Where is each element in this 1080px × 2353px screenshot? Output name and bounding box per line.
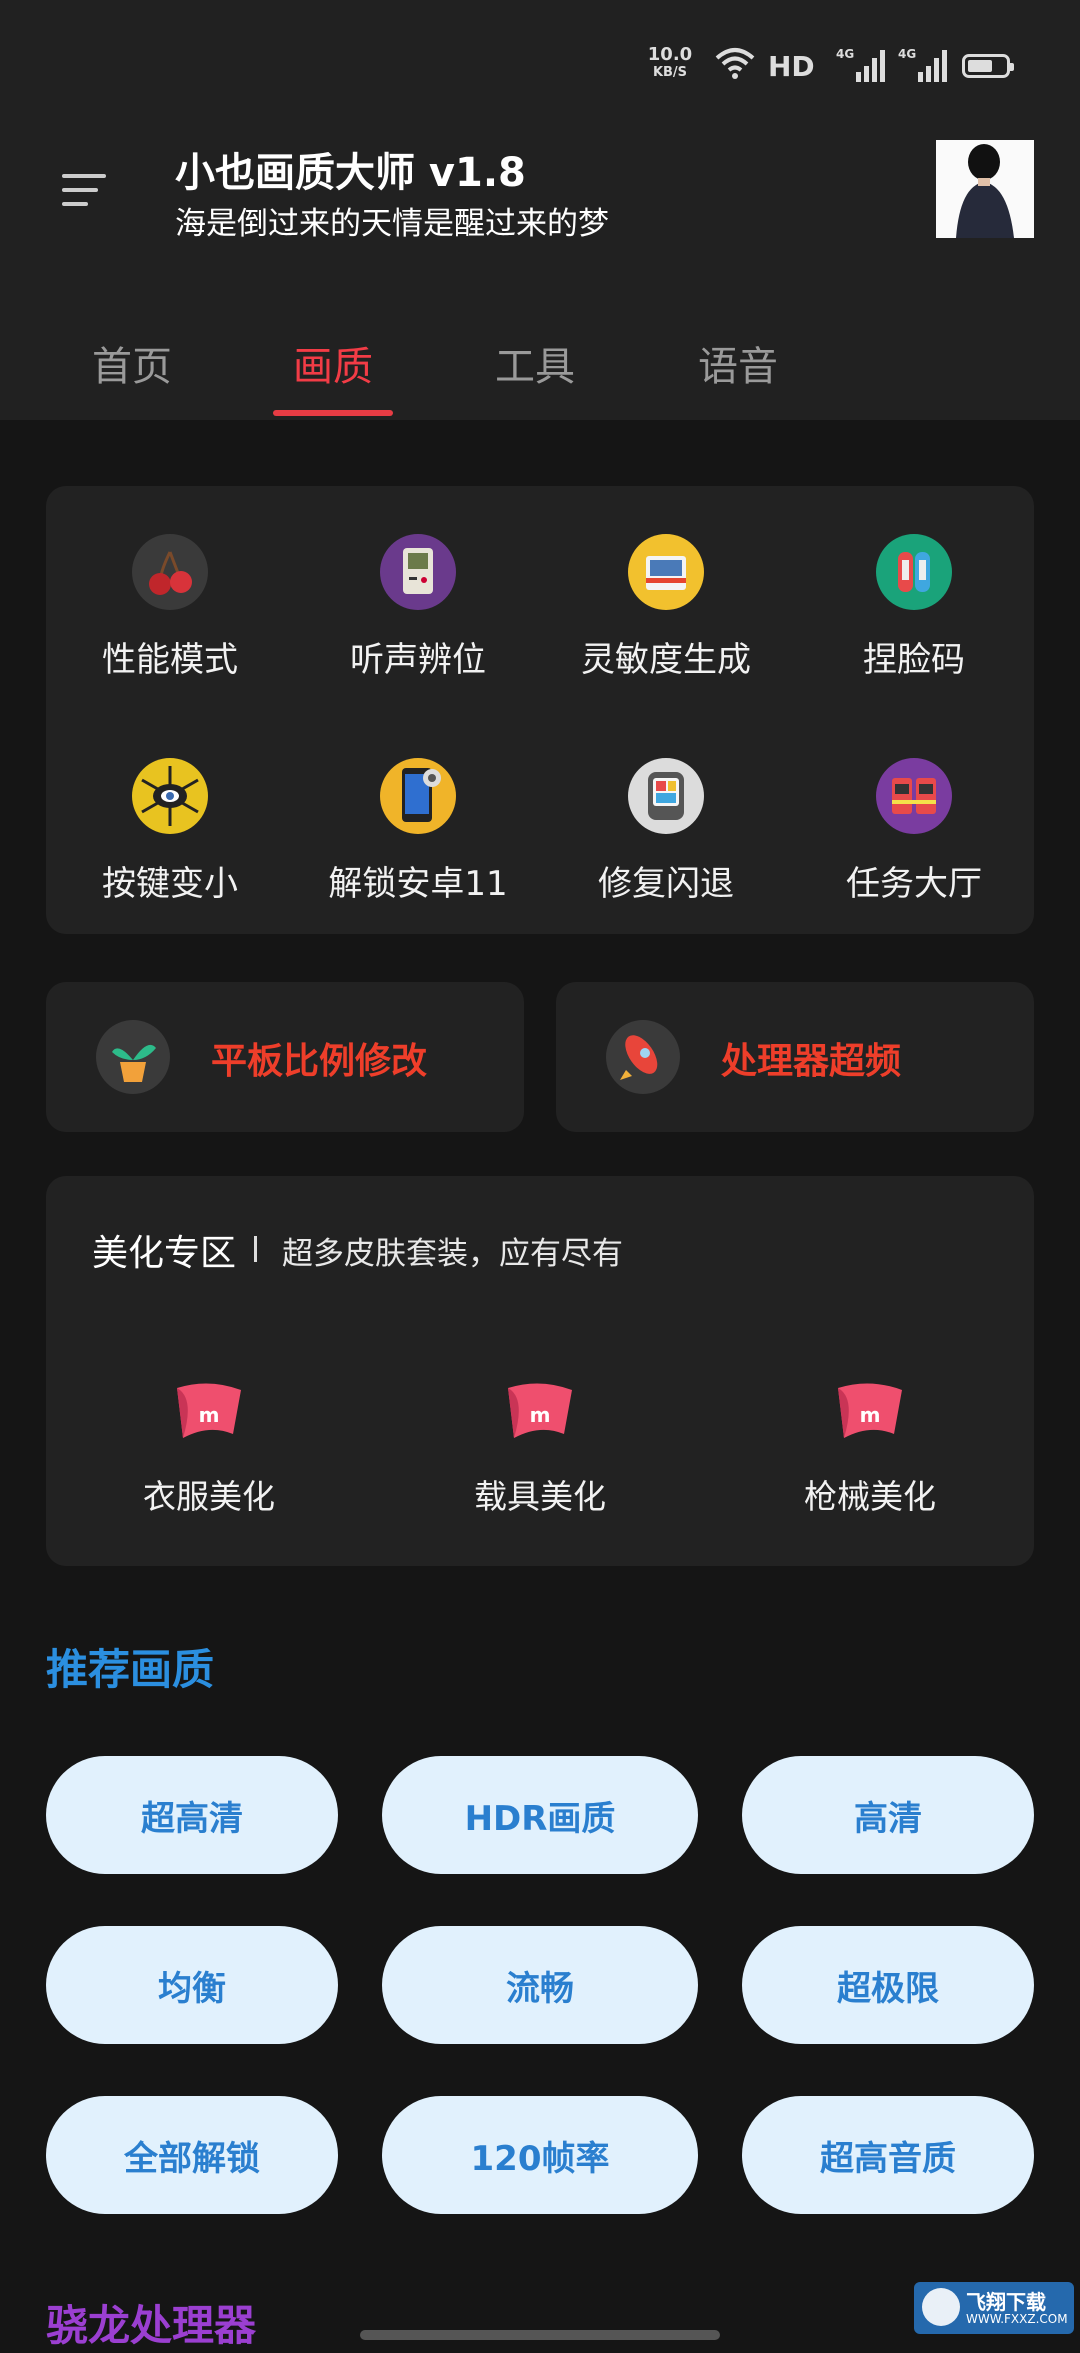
grid-item-face-code[interactable]: 捏脸码: [790, 534, 1038, 681]
app-subtitle: 海是倒过来的天情是醒过来的梦: [175, 206, 609, 242]
tablet-ratio-card[interactable]: 平板比例修改: [46, 982, 524, 1132]
grid-item-sensitivity[interactable]: 灵敏度生成: [542, 534, 790, 681]
tab-voice[interactable]: 语音: [673, 334, 803, 392]
divider: [254, 1236, 257, 1262]
beautify-title: 美化专区: [92, 1233, 237, 1274]
wifi-icon: [715, 48, 755, 79]
grid-item-smaller-keys[interactable]: 按键变小: [46, 758, 294, 905]
tab-quality[interactable]: 画质: [268, 334, 398, 392]
preset-button[interactable]: 超极限: [742, 1926, 1034, 2044]
hd-indicator: HD: [768, 50, 815, 83]
signal-icon: 4G: [836, 47, 885, 82]
preset-button[interactable]: 超高音质: [742, 2096, 1034, 2214]
grid-item-fix-crash[interactable]: 修复闪退: [542, 758, 790, 905]
feature-grid-card: 性能模式 听声辨位 灵敏度生成 捏脸码 按键变小 解锁安卓11 修复闪退 任务大…: [46, 486, 1034, 934]
preset-button[interactable]: 超高清: [46, 1756, 338, 1874]
tab-tools[interactable]: 工具: [470, 334, 600, 392]
svg-text:4G: 4G: [836, 47, 854, 61]
beautify-card: 美化专区 超多皮肤套装，应有尽有 m 衣服美化 m 载具美化 m 枪械美化: [46, 1176, 1034, 1566]
device-icon: [628, 758, 704, 834]
spider-eye-icon: [132, 758, 208, 834]
beautify-weapons[interactable]: m 枪械美化: [760, 1376, 980, 1518]
preset-button[interactable]: HDR画质: [382, 1756, 698, 1874]
tab-indicator: [273, 410, 393, 416]
beautify-subtitle: 超多皮肤套装，应有尽有: [282, 1236, 623, 1272]
app-title: 小也画质大师 v1.8: [175, 150, 526, 196]
camera-icon: [628, 534, 704, 610]
phone-settings-icon: [380, 758, 456, 834]
gameboy-icon: [380, 534, 456, 610]
recommended-title: 推荐画质: [46, 1645, 215, 1694]
plant-icon: [96, 1020, 170, 1094]
skin-m-icon: m: [838, 1383, 902, 1438]
svg-text:m: m: [530, 1403, 551, 1427]
beautify-clothes[interactable]: m 衣服美化: [99, 1376, 319, 1518]
beautify-vehicles[interactable]: m 载具美化: [430, 1376, 650, 1518]
watermark-logo: 飞翔下载 WWW.FXXZ.COM: [914, 2282, 1074, 2334]
snapdragon-title: 骁龙处理器: [46, 2301, 257, 2350]
skin-m-icon: m: [177, 1383, 241, 1438]
preset-button[interactable]: 全部解锁: [46, 2096, 338, 2214]
preset-button[interactable]: 高清: [742, 1756, 1034, 1874]
grid-item-task-hall[interactable]: 任务大厅: [790, 758, 1038, 905]
signal-icon: 4G: [898, 47, 947, 82]
grid-item-sound-locate[interactable]: 听声辨位: [294, 534, 542, 681]
home-indicator: [360, 2330, 720, 2340]
menu-icon[interactable]: [62, 170, 110, 210]
tab-bar: 首页 画质 工具 语音: [0, 300, 1080, 420]
avatar[interactable]: [936, 140, 1034, 238]
svg-text:m: m: [860, 1403, 881, 1427]
preset-button[interactable]: 均衡: [46, 1926, 338, 2044]
grid-item-performance-mode[interactable]: 性能模式: [46, 534, 294, 681]
preset-button[interactable]: 120帧率: [382, 2096, 698, 2214]
cherry-icon: [132, 534, 208, 610]
status-bar: 10.0 KB/S HD 4G 4G: [0, 0, 1080, 120]
svg-text:4G: 4G: [898, 47, 916, 61]
switch-controller-icon: [876, 534, 952, 610]
cpu-overclock-card[interactable]: 处理器超频: [556, 982, 1034, 1132]
battery-icon: [962, 54, 1014, 78]
rocket-icon: [606, 1020, 680, 1094]
svg-text:m: m: [199, 1403, 220, 1427]
tab-home[interactable]: 首页: [67, 334, 197, 392]
grid-item-unlock-android11[interactable]: 解锁安卓11: [294, 758, 542, 905]
network-speed: 10.0 KB/S: [647, 44, 693, 81]
skin-m-icon: m: [508, 1383, 572, 1438]
arcade-icon: [876, 758, 952, 834]
preset-button[interactable]: 流畅: [382, 1926, 698, 2044]
